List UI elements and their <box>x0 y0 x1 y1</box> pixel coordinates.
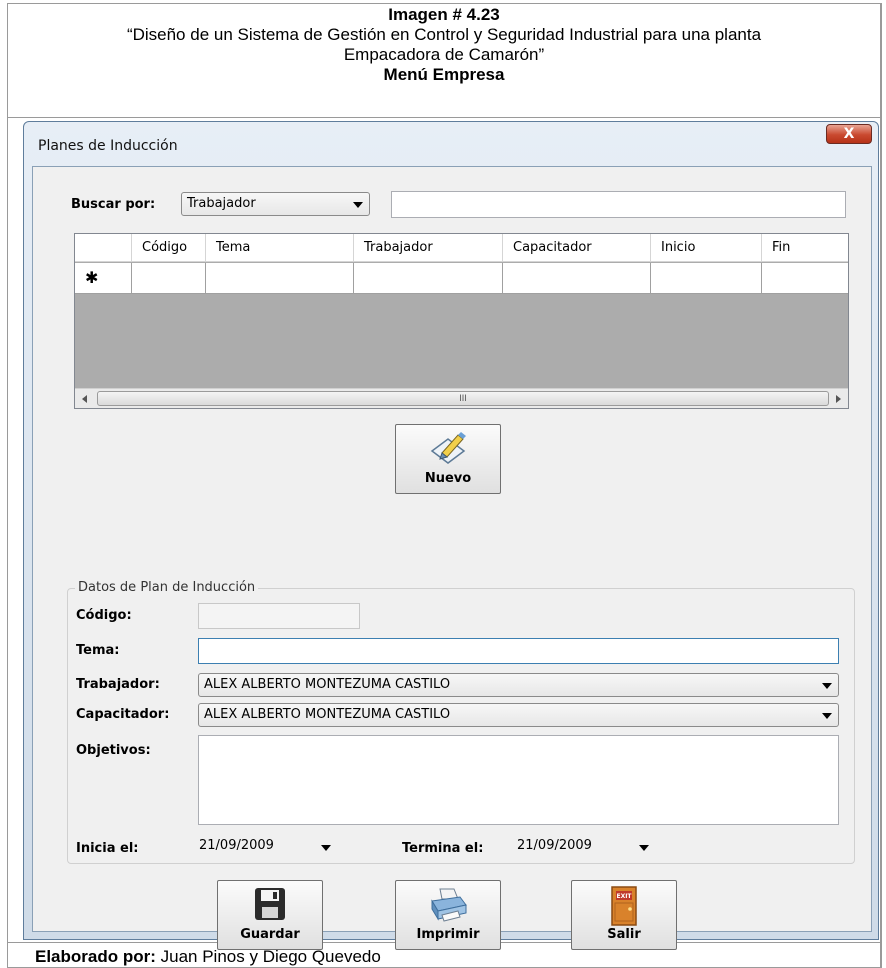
printer-icon <box>431 888 467 922</box>
salir-button[interactable]: EXIT Salir <box>571 880 677 950</box>
tema-input[interactable] <box>198 638 839 664</box>
inicia-date-picker[interactable]: 21/09/2009 <box>197 835 335 859</box>
chevron-down-icon <box>822 713 832 719</box>
search-label: Buscar por: <box>71 197 156 212</box>
column-header-fin[interactable]: Fin <box>762 234 848 261</box>
objetivos-textarea[interactable] <box>198 735 839 825</box>
termina-date-picker[interactable]: 21/09/2009 <box>515 835 653 859</box>
save-disk-icon <box>255 888 285 920</box>
scroll-left-icon[interactable] <box>82 395 87 403</box>
trabajador-select[interactable]: ALEX ALBERTO MONTEZUMA CASTILO <box>198 673 839 697</box>
chevron-down-icon <box>321 845 331 851</box>
table-cell[interactable] <box>354 263 503 293</box>
tema-label: Tema: <box>76 643 120 658</box>
column-header-trabajador[interactable]: Trabajador <box>354 234 503 261</box>
column-header-tema[interactable]: Tema <box>206 234 354 261</box>
chevron-down-icon <box>353 202 363 208</box>
chevron-down-icon <box>822 683 832 689</box>
codigo-field <box>198 603 360 629</box>
trabajador-value: ALEX ALBERTO MONTEZUMA CASTILO <box>204 677 451 692</box>
guardar-button[interactable]: Guardar <box>217 880 323 950</box>
table-cell[interactable] <box>651 263 762 293</box>
planes-grid[interactable]: Código Tema Trabajador Capacitador Inici… <box>74 233 849 409</box>
new-row-marker: ✱ <box>75 263 132 293</box>
inicia-label: Inicia el: <box>76 841 139 856</box>
search-field-select[interactable]: Trabajador <box>181 192 370 216</box>
inicia-value: 21/09/2009 <box>199 838 274 853</box>
column-header-codigo[interactable]: Código <box>132 234 206 261</box>
caption-section: Menú Empresa <box>383 65 505 84</box>
grid-row-header-corner <box>75 234 132 261</box>
table-row[interactable]: ✱ <box>75 263 848 294</box>
guardar-label: Guardar <box>240 927 300 942</box>
close-icon: X <box>843 126 855 142</box>
scroll-thumb[interactable]: III <box>97 391 829 406</box>
caption-title: Imagen # 4.23 <box>388 5 500 24</box>
table-cell[interactable] <box>132 263 206 293</box>
caption-subtitle-line2: Empacadora de Camarón” <box>343 45 545 64</box>
nuevo-button[interactable]: Nuevo <box>395 424 501 494</box>
horizontal-scrollbar[interactable]: III <box>75 388 848 408</box>
close-button[interactable]: X <box>826 124 872 144</box>
scroll-right-icon[interactable] <box>836 395 841 403</box>
nuevo-label: Nuevo <box>424 471 472 486</box>
table-cell[interactable] <box>206 263 354 293</box>
chevron-down-icon <box>639 845 649 851</box>
caption-subtitle-line1: “Diseño de un Sistema de Gestión en Cont… <box>126 25 762 44</box>
groupbox-title: Datos de Plan de Inducción <box>75 580 259 595</box>
imprimir-label: Imprimir <box>416 927 480 942</box>
grid-header: Código Tema Trabajador Capacitador Inici… <box>75 234 848 262</box>
exit-sign-text: EXIT <box>616 893 632 900</box>
table-cell[interactable] <box>503 263 651 293</box>
planes-induccion-window: Planes de Inducción X Buscar por: Trabaj… <box>23 121 879 950</box>
capacitador-value: ALEX ALBERTO MONTEZUMA CASTILO <box>204 707 451 722</box>
trabajador-label: Trabajador: <box>76 677 160 692</box>
imprimir-button[interactable]: Imprimir <box>395 880 501 950</box>
edit-document-icon <box>430 432 466 464</box>
exit-door-icon: EXIT <box>611 886 637 926</box>
window-title: Planes de Inducción <box>38 138 178 154</box>
footer-label: Elaborado por: <box>35 947 156 966</box>
objetivos-label: Objetivos: <box>76 743 151 758</box>
termina-value: 21/09/2009 <box>517 838 592 853</box>
capacitador-select[interactable]: ALEX ALBERTO MONTEZUMA CASTILO <box>198 703 839 727</box>
codigo-label: Código: <box>76 608 132 623</box>
table-cell[interactable] <box>762 263 848 293</box>
column-header-capacitador[interactable]: Capacitador <box>503 234 651 261</box>
search-field-value: Trabajador <box>187 196 256 211</box>
document-caption: Imagen # 4.23 “Diseño de un Sistema de G… <box>7 3 882 118</box>
column-header-inicio[interactable]: Inicio <box>651 234 762 261</box>
window-client-area: Buscar por: Trabajador Código Tema Traba… <box>32 166 872 950</box>
capacitador-label: Capacitador: <box>76 707 170 722</box>
termina-label: Termina el: <box>402 841 484 856</box>
salir-label: Salir <box>607 927 641 942</box>
search-input[interactable] <box>391 191 846 218</box>
grip-icon: III <box>459 393 467 403</box>
